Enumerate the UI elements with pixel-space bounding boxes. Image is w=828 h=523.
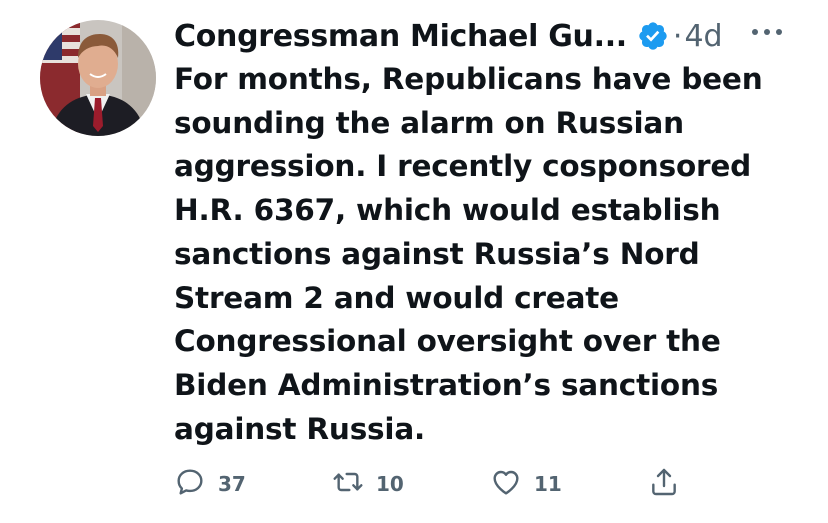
tweet-header: Congressman Michael Gu... · 4d [174,14,723,58]
more-horizontal-icon[interactable] [750,20,784,44]
retweet-icon [332,466,364,502]
action-bar: 37 10 11 [174,464,694,504]
reply-count: 37 [218,472,246,496]
like-button[interactable]: 11 [490,464,562,504]
verified-badge-icon [637,20,669,52]
reply-icon [174,466,206,502]
separator: · [672,18,683,54]
author-name[interactable]: Congressman Michael Gu... [174,19,627,54]
tweet[interactable]: Congressman Michael Gu... · 4d For month… [0,0,828,523]
heart-icon [490,466,522,502]
share-button[interactable] [648,464,680,504]
avatar[interactable] [40,20,156,136]
share-icon [648,466,680,502]
timestamp[interactable]: 4d [684,19,722,54]
retweet-button[interactable]: 10 [332,464,404,504]
like-count: 11 [534,472,562,496]
retweet-count: 10 [376,472,404,496]
tweet-text: For months, Republicans have been soundi… [174,62,763,446]
reply-button[interactable]: 37 [174,464,246,504]
